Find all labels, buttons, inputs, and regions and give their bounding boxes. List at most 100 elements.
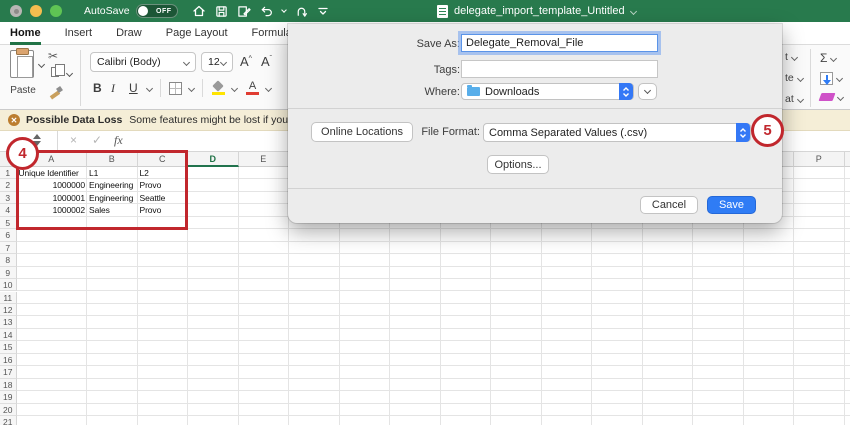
row-header-7[interactable]: 7: [0, 242, 17, 254]
row-header-5[interactable]: 5: [0, 217, 17, 229]
partial-ribbon-label[interactable]: te: [785, 72, 803, 84]
cut-icon[interactable]: ✂: [48, 49, 58, 63]
redo-icon[interactable]: [295, 5, 308, 18]
file-format-label: File Format:: [370, 126, 480, 138]
undo-icon[interactable]: [260, 5, 273, 18]
save-as-dialog: Save As: Tags: Where: Downloads Online L…: [288, 24, 782, 223]
save-icon[interactable]: [215, 5, 228, 18]
row-header-18[interactable]: 18: [0, 379, 17, 391]
copy-icon[interactable]: [51, 67, 59, 77]
zoom-window-button[interactable]: [50, 5, 62, 17]
row-gridline: [17, 416, 850, 425]
confirm-entry-icon[interactable]: ✓: [92, 133, 102, 147]
annotation-step-4: 4: [6, 137, 39, 170]
annotation-highlight-rect: [16, 150, 188, 230]
row-header-3[interactable]: 3: [0, 192, 17, 204]
row-gridline: [17, 242, 850, 254]
clear-button[interactable]: [820, 93, 843, 101]
tab-insert[interactable]: Insert: [65, 22, 93, 45]
partial-ribbon-label[interactable]: at: [785, 93, 803, 105]
fill-color-chevron-icon[interactable]: [231, 84, 238, 91]
insert-function-icon[interactable]: fx: [114, 133, 123, 148]
cancel-entry-icon[interactable]: ×: [70, 133, 77, 147]
row-header-8[interactable]: 8: [0, 254, 17, 266]
row-header-10[interactable]: 10: [0, 279, 17, 291]
row-header-15[interactable]: 15: [0, 341, 17, 353]
row-gridline: [17, 304, 850, 316]
underline-button[interactable]: U: [129, 81, 141, 95]
font-size-select[interactable]: 12: [201, 52, 233, 72]
bold-button[interactable]: B: [93, 81, 111, 95]
copy-menu-chevron-icon[interactable]: [66, 70, 73, 77]
row-header-4[interactable]: 4: [0, 204, 17, 216]
row-header-14[interactable]: 14: [0, 329, 17, 341]
font-color-chevron-icon[interactable]: [265, 84, 272, 91]
close-window-button[interactable]: [10, 5, 22, 17]
edit-document-icon[interactable]: [237, 5, 251, 18]
grow-font-button[interactable]: A^: [240, 54, 252, 69]
row-header-13[interactable]: 13: [0, 316, 17, 328]
column-header-E[interactable]: E: [239, 152, 290, 167]
column-header-D[interactable]: D: [188, 152, 239, 167]
row-header-21[interactable]: 21: [0, 416, 17, 425]
fill-down-button[interactable]: [820, 72, 842, 85]
folder-icon: [467, 87, 480, 96]
where-stepper-icon[interactable]: [619, 83, 633, 100]
toggle-knob: [138, 6, 148, 16]
row-header-16[interactable]: 16: [0, 354, 17, 366]
column-header-P[interactable]: P: [794, 152, 845, 167]
row-header-12[interactable]: 12: [0, 304, 17, 316]
file-format-value: Comma Separated Values (.csv): [489, 127, 647, 139]
tags-label: Tags:: [350, 64, 460, 76]
expand-dialog-button[interactable]: [638, 83, 657, 100]
row-gridline: [17, 254, 850, 266]
font-name-select[interactable]: Calibri (Body): [90, 52, 196, 72]
borders-icon[interactable]: [169, 82, 182, 95]
title-menu-chevron-icon[interactable]: [630, 7, 637, 14]
where-select[interactable]: Downloads: [461, 83, 634, 100]
row-header-6[interactable]: 6: [0, 229, 17, 241]
tab-page-layout[interactable]: Page Layout: [166, 22, 228, 45]
fill-color-icon[interactable]: [212, 81, 226, 95]
paste-menu-chevron-icon[interactable]: [38, 61, 45, 68]
row-header-20[interactable]: 20: [0, 404, 17, 416]
borders-menu-chevron-icon[interactable]: [188, 84, 195, 91]
underline-menu-chevron-icon[interactable]: [146, 84, 153, 91]
row-gridline: [17, 316, 850, 328]
options-button[interactable]: Options...: [487, 155, 549, 174]
eraser-icon: [819, 93, 836, 101]
tab-home[interactable]: Home: [10, 22, 41, 45]
row-header-19[interactable]: 19: [0, 391, 17, 403]
tab-draw[interactable]: Draw: [116, 22, 142, 45]
italic-button[interactable]: I: [111, 81, 129, 96]
cancel-button[interactable]: Cancel: [640, 196, 698, 214]
autosave-toggle[interactable]: OFF: [136, 4, 178, 18]
home-icon[interactable]: [192, 4, 206, 18]
row-header-9[interactable]: 9: [0, 267, 17, 279]
format-painter-icon[interactable]: [49, 86, 63, 100]
ribbon-display-icon[interactable]: [317, 5, 329, 17]
minimize-window-button[interactable]: [30, 5, 42, 17]
partial-ribbon-label[interactable]: t: [785, 51, 797, 63]
row-gridline: [17, 354, 850, 366]
row-header-11[interactable]: 11: [0, 292, 17, 304]
font-color-icon[interactable]: A: [246, 81, 259, 95]
save-as-input[interactable]: [461, 34, 658, 52]
row-header-17[interactable]: 17: [0, 366, 17, 378]
autosum-button[interactable]: Σ: [820, 51, 836, 65]
tags-input[interactable]: [461, 60, 658, 78]
paste-label[interactable]: Paste: [4, 85, 42, 96]
row-gridline: [17, 279, 850, 291]
save-as-label: Save As:: [350, 38, 460, 50]
where-label: Where:: [350, 86, 460, 98]
row-gridline: [17, 391, 850, 403]
undo-menu-chevron-icon[interactable]: [281, 7, 287, 13]
row-header-2[interactable]: 2: [0, 179, 17, 191]
save-button[interactable]: Save: [707, 196, 756, 214]
file-format-stepper-icon[interactable]: [736, 123, 750, 142]
paste-icon[interactable]: [10, 50, 34, 78]
shrink-font-button[interactable]: Aˇ: [261, 54, 272, 69]
row-header-1[interactable]: 1: [0, 167, 17, 179]
row-gridline: [17, 229, 850, 241]
file-format-select[interactable]: Comma Separated Values (.csv): [483, 123, 751, 142]
